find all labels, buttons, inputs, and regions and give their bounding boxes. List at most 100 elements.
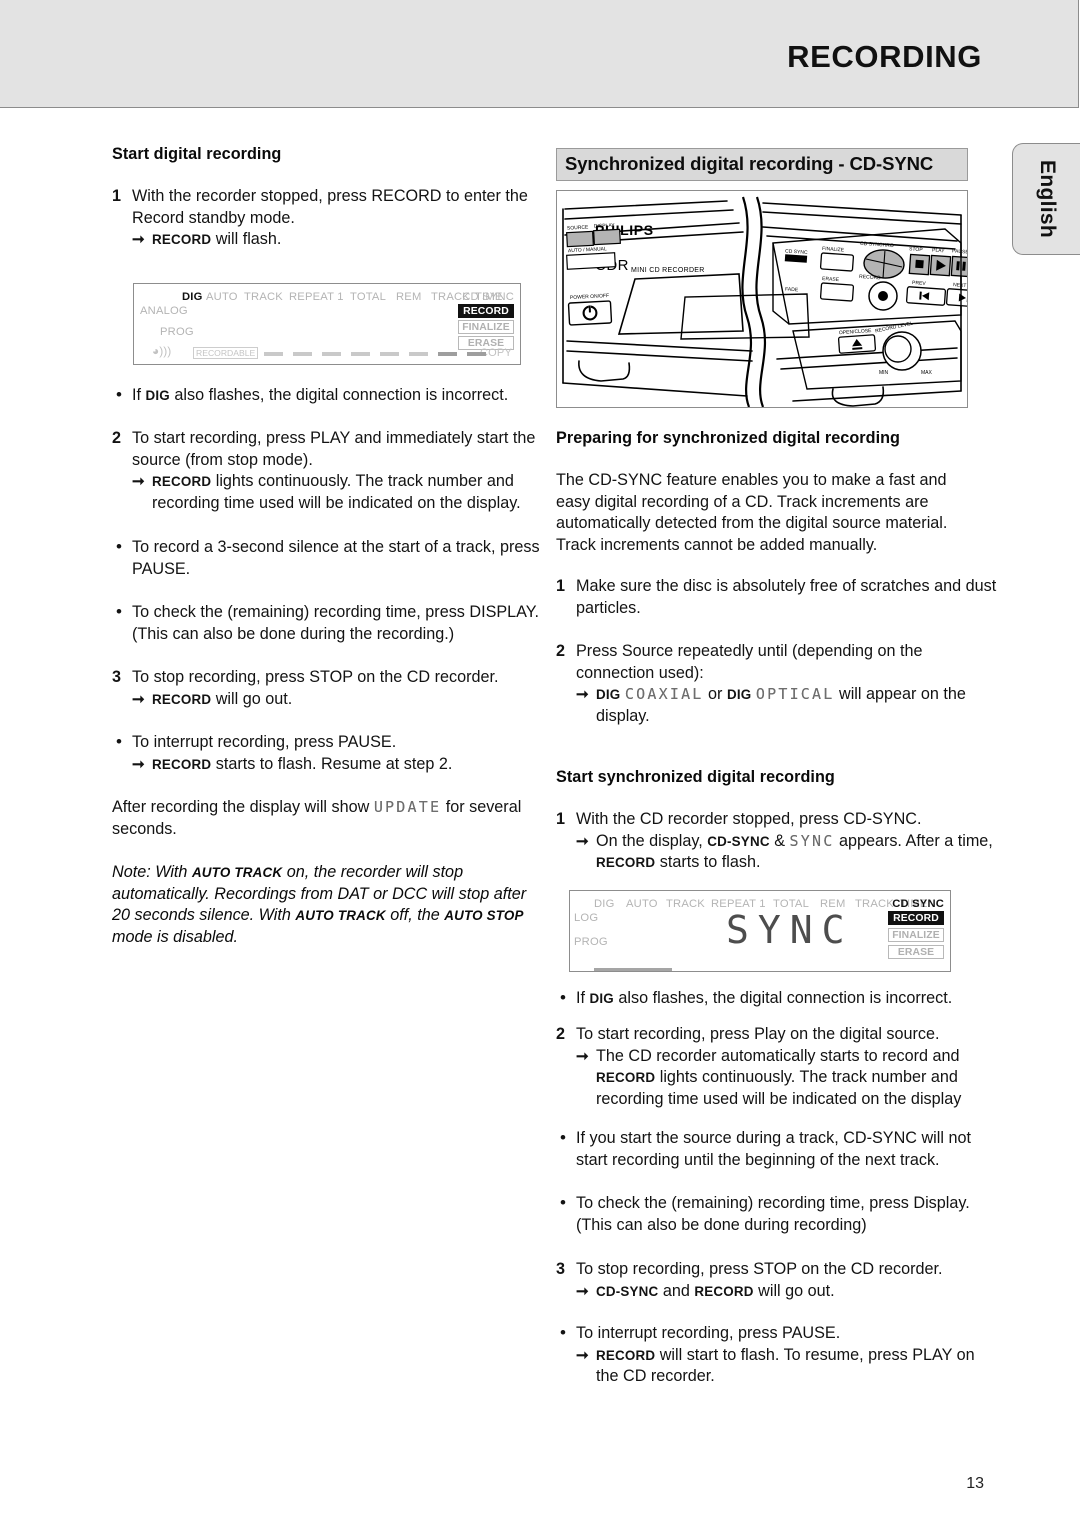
svg-text:SOURCE: SOURCE xyxy=(567,225,589,232)
arrow-text: will go out. xyxy=(215,689,293,708)
svg-text:MIN: MIN xyxy=(879,370,889,376)
power-button: POWER ON/OFF xyxy=(567,293,613,326)
step-number: 3 xyxy=(556,1260,566,1278)
bullet-dot-icon: • xyxy=(560,988,566,1007)
bullet-dot-icon: • xyxy=(560,1323,566,1342)
step-text: With the CD recorder stopped, press CD-S… xyxy=(576,810,922,828)
auto-manual-button: AUTO / MANUAL xyxy=(566,246,616,270)
svg-text:DISPLAY: DISPLAY xyxy=(594,223,616,230)
arrow-icon: ➞ xyxy=(132,755,145,773)
bullet-result: ➞ RECORD will start to flash. To resume,… xyxy=(576,1345,998,1388)
arrow-icon: ➞ xyxy=(132,690,145,708)
step-text: With the recorder stopped, press RECORD … xyxy=(132,187,528,227)
left-section-heading: Start digital recording xyxy=(112,145,282,163)
left-bullet-dig: • If DIG also flashes, the digital conne… xyxy=(112,385,542,407)
arrow-or: or xyxy=(708,685,723,703)
step-number: 1 xyxy=(556,810,566,828)
cd-sync-indicator-label: CD-SYNC xyxy=(707,833,770,849)
left-bullet-silence: • To record a 3-second silence at the st… xyxy=(112,537,540,580)
arrow-icon: ➞ xyxy=(576,686,589,703)
bullet-dot-icon: • xyxy=(560,1193,566,1212)
record-indicator-label: RECORD xyxy=(596,1347,656,1363)
step-text: To start recording, press Play on the di… xyxy=(576,1025,940,1043)
arrow-post: starts to flash. xyxy=(659,853,761,871)
arrow-pre: The CD recorder automatically starts to … xyxy=(596,1046,960,1065)
right-bullet-source-track: • If you start the source during a track… xyxy=(556,1128,994,1171)
cd-recorder-drawing: PHILIPS CDR MINI CD RECORDER SOURCE DISP… xyxy=(562,196,968,407)
step-result: ➞ RECORD will go out. xyxy=(132,689,542,711)
lcd2-box-finalize: FINALIZE xyxy=(888,928,944,942)
page-title: RECORDING xyxy=(787,39,982,74)
lcd1-label-prog: PROG xyxy=(160,326,194,338)
lcd-text-coaxial: COAXIAL xyxy=(624,685,704,703)
bullet-pre: If xyxy=(132,386,141,404)
record-button: RECORD xyxy=(859,274,898,311)
dig-indicator-label-1: DIG xyxy=(596,687,621,702)
left-step-3: 3 To stop recording, press STOP on the C… xyxy=(112,667,542,710)
arrow-mid: appears. After a time, xyxy=(838,831,993,850)
record-indicator-label: RECORD xyxy=(596,855,656,870)
cdr-model-subtext: MINI CD RECORDER xyxy=(631,267,705,274)
lcd1-label-analog: ANALOG xyxy=(140,305,188,317)
svg-text:STOP: STOP xyxy=(909,246,924,253)
dig-indicator-label: DIG xyxy=(589,991,614,1006)
svg-text:RECORD: RECORD xyxy=(859,274,881,282)
svg-text:MAX: MAX xyxy=(921,370,933,376)
arrow-icon: ➞ xyxy=(132,473,145,490)
start-step-2: 2 To start recording, press Play on the … xyxy=(556,1024,1000,1110)
right-bullet-interrupt: • To interrupt recording, press PAUSE. ➞… xyxy=(556,1323,998,1388)
lcd2-seg-cdsync: CD SYNC xyxy=(892,898,944,910)
preparing-heading: Preparing for synchronized digital recor… xyxy=(556,429,900,447)
lcd1-box-finalize: FINALIZE xyxy=(458,320,514,334)
open-close-button: OPEN/CLOSE xyxy=(837,328,877,354)
arrow-post: will go out. xyxy=(758,1281,835,1300)
bullet-dot-icon: • xyxy=(116,537,122,556)
lcd1-seg-repeat: REPEAT 1 xyxy=(289,291,344,303)
record-indicator-label: RECORD xyxy=(152,756,212,772)
finalize-button: FINALIZE xyxy=(819,246,855,272)
lcd1-recordable-label: RECORDABLE xyxy=(193,347,259,359)
lcd2-seg-auto: AUTO xyxy=(626,898,658,910)
record-indicator-label: RECORD xyxy=(152,691,212,707)
arrow-and: and xyxy=(662,1281,690,1300)
lcd2-label-log: LOG xyxy=(574,912,599,924)
lcd1-seg-rem: REM xyxy=(396,291,422,303)
lcd1-seg-track1: TRACK xyxy=(244,291,283,303)
auto-stop-label: AUTO STOP xyxy=(444,908,524,923)
arrow-text: starts to flash. Resume at step 2. xyxy=(215,754,453,773)
speaker-icon: ◕))) xyxy=(152,344,172,358)
step-number: 2 xyxy=(556,1025,566,1043)
lcd2-box-erase: ERASE xyxy=(888,945,944,959)
bullet-text: If you start the source during a track, … xyxy=(576,1129,971,1169)
bullet-dot-icon: • xyxy=(116,732,122,751)
svg-text:FINALIZE: FINALIZE xyxy=(822,246,845,254)
left-note: Note: With AUTO TRACK on, the recorder w… xyxy=(112,862,532,948)
svg-text:PAUSE: PAUSE xyxy=(952,248,968,255)
language-tab-label: English xyxy=(1035,160,1059,238)
bullet-pre: If xyxy=(576,989,585,1007)
lcd1-seg-auto: AUTO xyxy=(206,291,238,303)
lcd1-seg-total: TOTAL xyxy=(350,291,387,303)
step-text: Make sure the disc is absolutely free of… xyxy=(576,577,997,617)
lcd2-label-prog: PROG xyxy=(574,936,608,948)
record-indicator-label: RECORD xyxy=(694,1283,754,1299)
start-sync-heading: Start synchronized digital recording xyxy=(556,768,835,786)
cd-sync-indicator: CD SYNC xyxy=(784,248,808,263)
step-number: 1 xyxy=(112,187,122,205)
lcd-text-update: UPDATE xyxy=(373,798,442,816)
bullet-text: To interrupt recording, press PAUSE. xyxy=(576,1324,841,1342)
record-indicator-label: RECORD xyxy=(152,474,212,489)
page-number: 13 xyxy=(966,1475,984,1492)
lcd2-seg-dig: DIG xyxy=(594,898,615,910)
step-number: 2 xyxy=(556,642,566,660)
page-header-band: RECORDING xyxy=(0,0,1079,108)
lcd2-seg-track1: TRACK xyxy=(666,898,705,910)
arrow-pre: On the display, xyxy=(596,831,703,850)
bullet-text: To check the (remaining) recording time,… xyxy=(132,603,539,643)
auto-track-label-2: AUTO TRACK xyxy=(295,908,386,923)
arrow-icon: ➞ xyxy=(576,832,589,850)
after-recording-pre: After recording the display will show xyxy=(112,798,370,816)
step-text: To start recording, press PLAY and immed… xyxy=(132,429,536,469)
dig-indicator-label: DIG xyxy=(145,388,170,403)
svg-text:PLAY: PLAY xyxy=(932,247,945,254)
